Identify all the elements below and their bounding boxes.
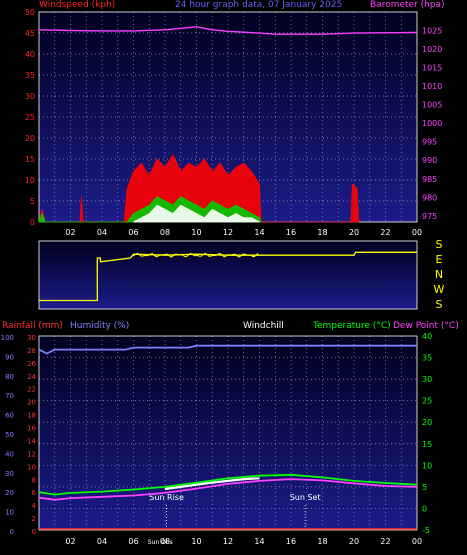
baro-tick-label: 1005 xyxy=(422,101,442,110)
temp-tick-label: 10 xyxy=(422,461,432,470)
x-tick-label: 06 xyxy=(128,537,138,546)
x-tick-label: 20 xyxy=(349,537,359,546)
x-tick-label: 10 xyxy=(191,228,201,237)
weather-charts-svg: 02 04 06 08 10 12 14 16 18 20 22 000510152025303540… xyxy=(1,8,445,546)
wind-tick-label: 35 xyxy=(25,71,35,80)
humidity-tick-label: 70 xyxy=(5,392,14,400)
baro-tick-label: 1000 xyxy=(422,119,442,128)
x-tick-label: 04 xyxy=(97,228,107,237)
compass-label: N xyxy=(435,268,443,281)
wind-tick-label: 40 xyxy=(25,50,35,59)
rain-tick-label: 0 xyxy=(32,528,36,536)
humidity-tick-label: 40 xyxy=(5,450,14,458)
baro-tick-label: 975 xyxy=(422,212,437,221)
compass-label: E xyxy=(436,253,443,266)
humidity-tick-label: 100 xyxy=(1,334,14,342)
wind-tick-label: 0 xyxy=(30,218,35,227)
baro-tick-label: 980 xyxy=(422,193,437,202)
x-tick-label: 14 xyxy=(254,228,264,237)
rain-tick-label: 6 xyxy=(32,489,37,497)
x-tick-label: 22 xyxy=(380,537,390,546)
rain-tick-label: 20 xyxy=(27,399,36,407)
x-tick-label: 00 xyxy=(412,537,422,546)
wind-tick-label: 30 xyxy=(25,92,35,101)
x-tick-label: 06 xyxy=(128,228,138,237)
rain-tick-label: 24 xyxy=(27,373,36,381)
temp-tick-label: 30 xyxy=(422,375,432,384)
compass-label: W xyxy=(434,283,445,296)
temp-tick-label: 40 xyxy=(422,332,432,341)
temp-tick-label: 20 xyxy=(422,418,432,427)
baro-tick-label: 1010 xyxy=(422,82,442,91)
rain-tick-label: 14 xyxy=(27,437,36,445)
rain-tick-label: 28 xyxy=(27,347,36,355)
temp-tick-label: 25 xyxy=(422,397,432,406)
x-tick-label: 10 xyxy=(191,537,201,546)
rain-tick-label: 2 xyxy=(32,515,36,523)
rain-tick-label: 26 xyxy=(27,360,36,368)
humidity-tick-label: 0 xyxy=(10,528,14,536)
rain-tick-label: 18 xyxy=(27,412,36,420)
x-tick-label: 18 xyxy=(317,537,327,546)
baro-tick-label: 1020 xyxy=(422,45,442,54)
sun-obs-label: Sun Obs xyxy=(148,539,173,546)
baro-tick-label: 1015 xyxy=(422,64,442,73)
humidity-tick-label: 80 xyxy=(5,373,14,381)
wind-tick-label: 5 xyxy=(30,197,35,206)
humidity-tick-label: 30 xyxy=(5,470,14,478)
temp-tick-label: 35 xyxy=(422,354,432,363)
wind-direction-chart: SENWS xyxy=(38,238,445,311)
compass-label: S xyxy=(436,298,443,311)
humidity-tick-label: 10 xyxy=(5,509,14,517)
temp-tick-label: 5 xyxy=(422,483,427,492)
x-tick-label: 12 xyxy=(223,537,233,546)
rain-tick-label: 12 xyxy=(27,450,36,458)
sun-marker-label: Sun Set xyxy=(290,493,321,502)
baro-tick-label: 990 xyxy=(422,156,437,165)
x-tick-label: 16 xyxy=(286,537,296,546)
humidity-tick-label: 60 xyxy=(5,412,14,420)
x-tick-label: 02 xyxy=(65,228,75,237)
x-tick-label: 00 xyxy=(412,228,422,237)
temp-tick-label: 0 xyxy=(422,504,427,513)
x-tick-label: 02 xyxy=(65,537,75,546)
baro-tick-label: 995 xyxy=(422,138,437,147)
humidity-tick-label: 90 xyxy=(5,353,14,361)
x-tick-label: 20 xyxy=(349,228,359,237)
baro-tick-label: 985 xyxy=(422,175,437,184)
humidity-tick-label: 20 xyxy=(5,489,14,497)
x-tick-label: 04 xyxy=(97,537,107,546)
rain-tick-label: 30 xyxy=(27,334,36,342)
wind-tick-label: 15 xyxy=(25,155,35,164)
rain-tick-label: 16 xyxy=(27,425,36,433)
x-tick-label: 22 xyxy=(380,228,390,237)
rain-tick-label: 8 xyxy=(32,476,36,484)
x-tick-label: 18 xyxy=(317,228,327,237)
wind-tick-label: 10 xyxy=(25,176,35,185)
temp-tick-label: -5 xyxy=(422,526,430,535)
wind-barometer-chart: 02 04 06 08 10 12 14 16 18 20 22 000510152025303540… xyxy=(25,8,443,237)
wind-tick-label: 45 xyxy=(25,29,35,38)
baro-tick-label: 1025 xyxy=(422,27,442,36)
temperature-humidity-chart: 02 04 06 08 10 12 14 16 18 20 22 000102030405060708… xyxy=(1,332,433,546)
wind-tick-label: 50 xyxy=(25,8,35,17)
x-tick-label: 12 xyxy=(223,228,233,237)
weather-graph-page: Windspeed (kph) 24 hour graph data, 07 J… xyxy=(0,0,467,555)
wind-tick-label: 20 xyxy=(25,134,35,143)
wind-tick-label: 25 xyxy=(25,113,35,122)
rain-tick-label: 22 xyxy=(27,386,36,394)
temp-tick-label: 15 xyxy=(422,440,432,449)
x-tick-label: 14 xyxy=(254,537,264,546)
x-tick-label: 08 xyxy=(160,228,170,237)
rain-tick-label: 4 xyxy=(32,502,37,510)
humidity-tick-label: 50 xyxy=(5,431,14,439)
x-tick-label: 16 xyxy=(286,228,296,237)
rain-tick-label: 10 xyxy=(27,463,36,471)
direction-plot-area xyxy=(39,241,417,309)
compass-label: S xyxy=(436,238,443,251)
